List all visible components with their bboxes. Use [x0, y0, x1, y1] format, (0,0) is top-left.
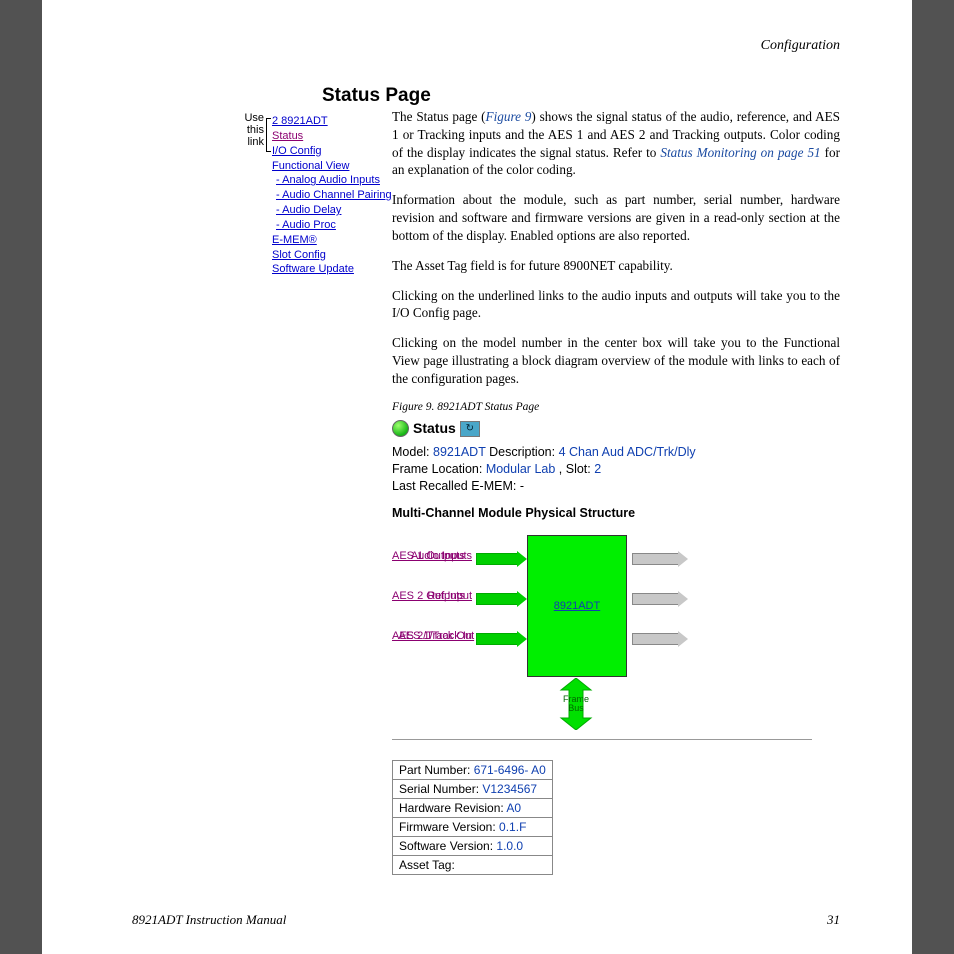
figure-ref[interactable]: Figure 9	[486, 109, 532, 124]
model-value: 8921ADT	[433, 445, 486, 459]
module-info-table: Part Number: 671-6496- A0 Serial Number:…	[392, 760, 553, 875]
nav-item-emem[interactable]: E-MEM®	[272, 234, 317, 246]
frame-bus-arrow: Frame Bus	[559, 680, 593, 728]
status-led-icon	[392, 420, 409, 437]
table-row: Serial Number: V1234567	[393, 780, 553, 799]
frame-value: Modular Lab	[486, 462, 556, 476]
block-diagram: 8921ADT Audio Inputs Ref Input AES 1/Tra…	[392, 525, 812, 745]
table-row: Asset Tag:	[393, 856, 553, 875]
arrow-in-1	[476, 593, 518, 605]
nav-item-swupdate[interactable]: Software Update	[272, 263, 354, 275]
figure-caption: Figure 9. 8921ADT Status Page	[392, 400, 840, 416]
nav-item-delay[interactable]: - Audio Delay	[276, 204, 341, 216]
refresh-icon[interactable]: ↻	[460, 421, 480, 437]
nav-item-status[interactable]: Status	[272, 130, 303, 142]
arrow-out-2	[632, 633, 679, 645]
arrow-out-0	[632, 553, 679, 565]
arrow-in-2	[476, 633, 518, 645]
section-header: Configuration	[761, 38, 840, 54]
mcmps-heading: Multi-Channel Module Physical Structure	[392, 505, 840, 522]
emem-value: -	[520, 479, 524, 493]
footer-manual-title: 8921ADT Instruction Manual	[132, 912, 286, 928]
table-row: Hardware Revision: A0	[393, 799, 553, 818]
nav-item-pairing[interactable]: - Audio Channel Pairing	[276, 189, 392, 201]
arrow-out-1	[632, 593, 679, 605]
emem-label: Last Recalled E-MEM:	[392, 479, 516, 493]
footer-page-number: 31	[827, 912, 840, 928]
nav-item-functional[interactable]: Functional View	[272, 160, 349, 172]
table-row: Part Number: 671-6496- A0	[393, 761, 553, 780]
status-heading: Status	[413, 419, 456, 438]
output-aes1[interactable]: AES 1 Outputs	[392, 549, 465, 564]
arrow-in-0	[476, 553, 518, 565]
frame-label: Frame Location:	[392, 462, 482, 476]
slot-label: , Slot:	[559, 462, 591, 476]
desc-value: 4 Chan Aud ADC/Trk/Dly	[559, 445, 696, 459]
module-box[interactable]: 8921ADT	[527, 535, 627, 677]
page-title: Status Page	[322, 85, 431, 107]
status-screenshot: Status ↻ Model: 8921ADT Description: 4 C…	[392, 419, 840, 745]
nav-item-proc[interactable]: - Audio Proc	[276, 219, 336, 231]
nav-hint: Use this link	[242, 112, 264, 148]
para-2: Information about the module, such as pa…	[392, 191, 840, 244]
para-4: Clicking on the underlined links to the …	[392, 287, 840, 323]
output-aes2[interactable]: AES 2 Outputs	[392, 589, 465, 604]
model-label: Model:	[392, 445, 430, 459]
nav-item-0[interactable]: 2 8921ADT	[272, 115, 328, 127]
nav-item-slot[interactable]: Slot Config	[272, 249, 326, 261]
desc-label: Description:	[489, 445, 555, 459]
table-row: Software Version: 1.0.0	[393, 837, 553, 856]
diagram-divider	[392, 739, 812, 740]
output-aes2track[interactable]: AES 2/Track Out	[392, 629, 474, 644]
nav-item-analog[interactable]: - Analog Audio Inputs	[276, 174, 380, 186]
para-3: The Asset Tag field is for future 8900NE…	[392, 257, 840, 275]
nav-bracket	[266, 118, 271, 152]
status-monitoring-xref[interactable]: Status Monitoring on page 51	[660, 145, 820, 160]
nav-item-ioconfig[interactable]: I/O Config	[272, 145, 322, 157]
nav-list: 2 8921ADT Status I/O Config Functional V…	[272, 114, 392, 277]
para-1: The Status page (Figure 9) shows the sig…	[392, 108, 840, 179]
slot-value: 2	[594, 462, 601, 476]
para-5: Clicking on the model number in the cent…	[392, 334, 840, 387]
table-row: Firmware Version: 0.1.F	[393, 818, 553, 837]
